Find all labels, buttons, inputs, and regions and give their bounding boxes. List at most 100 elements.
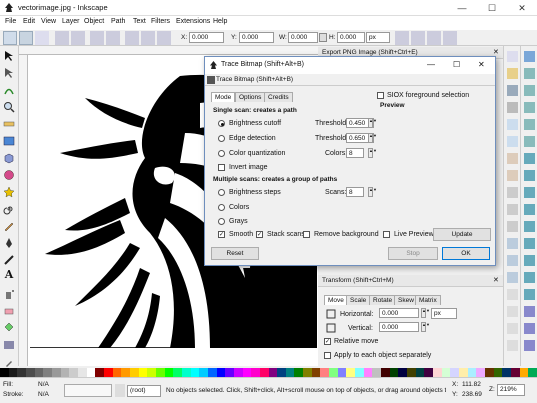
palette-swatch[interactable] <box>95 368 105 377</box>
palette-swatch[interactable] <box>138 368 148 377</box>
palette-swatch[interactable] <box>346 368 356 377</box>
palette-swatch[interactable] <box>407 368 417 377</box>
palette-swatch[interactable] <box>43 368 53 377</box>
calligraphy-tool-icon[interactable] <box>3 254 15 266</box>
spiral-tool-icon[interactable] <box>3 203 15 215</box>
brightness-cutoff-radio[interactable] <box>218 120 225 127</box>
snap-cusp-icon[interactable] <box>524 204 535 215</box>
measure-tool-icon[interactable] <box>3 118 15 130</box>
palette-swatch[interactable] <box>398 368 408 377</box>
snap-bbox-icon[interactable] <box>524 68 535 79</box>
palette-swatch[interactable] <box>459 368 469 377</box>
palette-swatch[interactable] <box>155 368 165 377</box>
zoom-tool-icon[interactable] <box>3 101 15 113</box>
cut-icon[interactable] <box>507 204 518 215</box>
palette-swatch[interactable] <box>242 368 252 377</box>
tab-options[interactable]: Options <box>235 92 266 102</box>
node-tool-icon[interactable] <box>3 67 15 79</box>
palette-swatch[interactable] <box>424 368 434 377</box>
colors-field[interactable]: 8 <box>346 148 364 158</box>
snap-intersections-icon[interactable] <box>524 187 535 198</box>
stack-scans-checkbox[interactable]: ✓ <box>256 231 263 238</box>
palette-swatch[interactable] <box>173 368 183 377</box>
zoom-field[interactable]: 219% <box>497 384 525 396</box>
snap-paths-icon[interactable] <box>524 170 535 181</box>
edge-detection-radio[interactable] <box>218 135 225 142</box>
palette-swatch[interactable] <box>493 368 503 377</box>
dropper-tool-icon[interactable] <box>3 356 15 368</box>
menu-path[interactable]: Path <box>111 18 125 25</box>
dialog-minimize-icon[interactable]: — <box>427 60 435 69</box>
menu-edit[interactable]: Edit <box>23 18 35 25</box>
palette-swatch[interactable] <box>69 368 79 377</box>
reset-button[interactable]: Reset <box>211 247 259 260</box>
duplicate-icon[interactable] <box>507 289 518 300</box>
close-icon[interactable]: ✕ <box>507 0 537 16</box>
menu-layer[interactable]: Layer <box>62 18 80 25</box>
select-all-icon[interactable] <box>3 31 17 45</box>
paste-icon[interactable] <box>507 221 518 232</box>
snap-bbox-corner-icon[interactable] <box>524 102 535 113</box>
horizontal-spinner[interactable]: ▲▼ <box>421 308 430 318</box>
dialog-close-icon[interactable]: ✕ <box>478 60 485 69</box>
star-tool-icon[interactable] <box>3 186 15 198</box>
flip-horizontal-icon[interactable] <box>90 31 104 45</box>
grays-radio[interactable] <box>218 218 225 225</box>
gradient-tool-icon[interactable] <box>3 339 15 351</box>
palette-swatch[interactable] <box>467 368 477 377</box>
live-preview-checkbox[interactable] <box>383 231 390 238</box>
scale-stroke-icon[interactable] <box>395 31 409 45</box>
scans-spinner[interactable]: ▲▼ <box>368 187 377 197</box>
palette-swatch[interactable] <box>268 368 278 377</box>
snap-bbox-midpoint-icon[interactable] <box>524 119 535 130</box>
palette-swatch[interactable] <box>129 368 139 377</box>
palette-swatch[interactable] <box>8 368 18 377</box>
snap-bbox-center-icon[interactable] <box>524 136 535 147</box>
palette-swatch[interactable] <box>476 368 486 377</box>
snap-bbox-edge-icon[interactable] <box>524 85 535 96</box>
tab-scale[interactable]: Scale <box>346 295 371 305</box>
snap-smooth-icon[interactable] <box>524 221 535 232</box>
zoom-drawing-icon[interactable] <box>507 255 518 266</box>
palette-swatch[interactable] <box>485 368 495 377</box>
opacity-control[interactable] <box>64 384 112 397</box>
rectangle-tool-icon[interactable] <box>3 135 15 147</box>
export-icon[interactable] <box>507 136 518 147</box>
snap-nodes-icon[interactable] <box>524 153 535 164</box>
y-field[interactable]: 0.000 <box>239 32 274 43</box>
lock-icon[interactable] <box>319 33 327 42</box>
palette-swatch[interactable] <box>86 368 96 377</box>
export-close-icon[interactable]: ✕ <box>493 48 499 56</box>
tab-matrix[interactable]: Matrix <box>415 295 441 305</box>
ok-button[interactable]: OK <box>442 247 490 260</box>
h-field[interactable]: 0.000 <box>337 32 365 43</box>
eraser-tool-icon[interactable] <box>3 305 15 317</box>
minimize-icon[interactable]: — <box>447 0 477 16</box>
menu-view[interactable]: View <box>41 18 56 25</box>
update-button[interactable]: Update <box>433 228 491 241</box>
zoom-page-icon[interactable] <box>507 272 518 283</box>
undo-icon[interactable] <box>507 153 518 164</box>
palette-swatch[interactable] <box>320 368 330 377</box>
menu-filters[interactable]: Filters <box>151 18 170 25</box>
3d-box-tool-icon[interactable] <box>3 152 15 164</box>
tab-mode[interactable]: Mode <box>211 92 236 102</box>
snap-center-icon[interactable] <box>524 255 535 266</box>
pen-tool-icon[interactable] <box>3 237 15 249</box>
rotate-cw-icon[interactable] <box>71 31 85 45</box>
scale-corners-icon[interactable] <box>411 31 425 45</box>
snap-grid-icon[interactable] <box>524 323 535 334</box>
colors-radio[interactable] <box>218 204 225 211</box>
menu-text[interactable]: Text <box>133 18 146 25</box>
flip-vertical-icon[interactable] <box>106 31 120 45</box>
invert-image-checkbox[interactable] <box>218 164 225 171</box>
palette-swatch[interactable] <box>190 368 200 377</box>
redo-icon[interactable] <box>507 170 518 181</box>
palette-swatch[interactable] <box>17 368 27 377</box>
select-in-all-layers-icon[interactable] <box>19 31 33 45</box>
tab-move[interactable]: Move <box>324 295 348 305</box>
tab-rotate[interactable]: Rotate <box>369 295 397 305</box>
palette-swatch[interactable] <box>337 368 347 377</box>
scans-field[interactable]: 8 <box>346 187 364 197</box>
w-field[interactable]: 0.000 <box>288 32 318 43</box>
